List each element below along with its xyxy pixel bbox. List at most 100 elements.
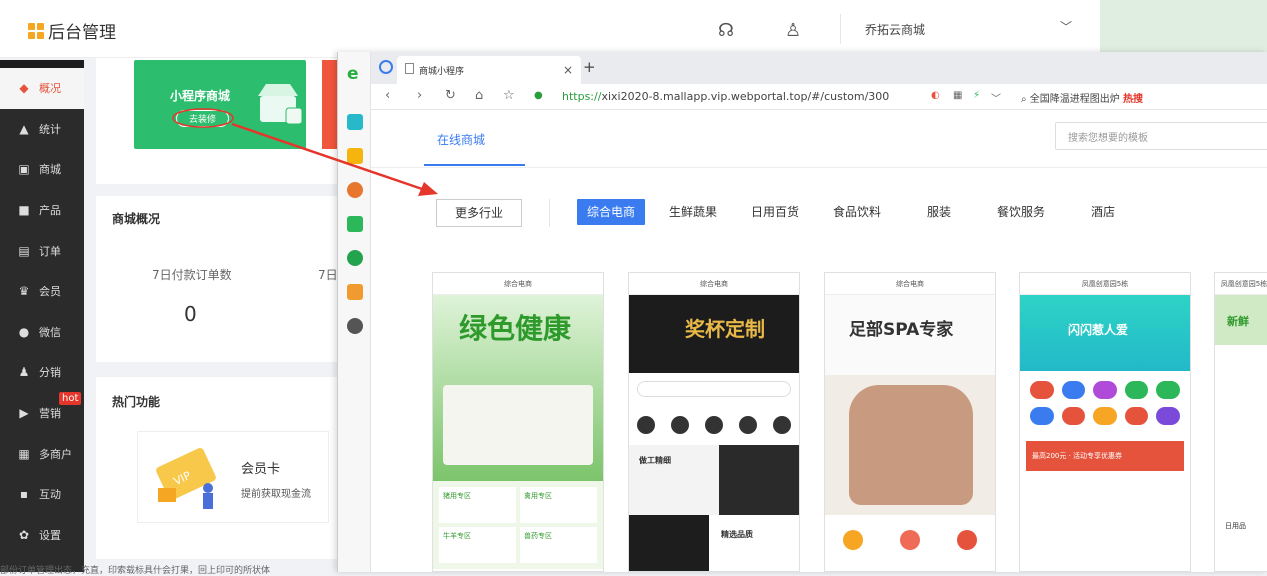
product-image [443,385,593,465]
sidebar-item[interactable]: ◆ 概况 [0,68,84,109]
sidebar-item[interactable]: ✿ 设置 [0,515,84,556]
sidebar-item[interactable]: ▤ 订单 [0,230,84,271]
sidebar-item[interactable]: ▦ 多商户 [0,433,84,474]
browser-logo-icon[interactable]: e [347,64,363,84]
vip-title: 会员卡 [241,462,281,477]
home-icon[interactable]: ⌂ [475,88,483,103]
grid-icon: ■ [18,203,30,218]
more-industry-button[interactable]: 更多行业 [436,199,522,227]
sidebar-item[interactable]: ▪ 互动 [0,474,84,515]
gear-icon: ✿ [18,527,30,542]
category-tab[interactable]: 日用百货 [751,199,799,225]
vip-card-feature[interactable]: VIP 会员卡 提前获取现金流 [137,431,329,523]
sidebar-item-label: 设置 [39,528,61,542]
template-card[interactable]: 综合电商 绿色健康 猪用专区 禽用专区 牛羊专区 兽药专区 [432,272,604,572]
sidebar-item[interactable]: ● 微信 [0,312,84,353]
url-field[interactable]: https://xixi2020-8.mallapp.vip.webportal… [562,90,889,103]
category-tab[interactable]: 食品饮料 [833,199,881,225]
template-card[interactable]: 综合电商 奖杯定制 做工精细 精选品质 [628,272,800,572]
template-search-input[interactable]: 搜索您想要的模板 [1055,122,1267,150]
template-banner: 闪闪惹人爱 [1020,295,1190,371]
browser-tab[interactable]: 商城小程序 × [397,56,581,84]
stat-label: 7日付款订单数 [152,268,232,282]
footer-text: 部份订单管理出态，充直，印索载标具什会打果，回上印可的所状体 [0,566,271,576]
chevron-down-icon[interactable]: ﹀ [1060,18,1072,35]
portal-header: 在线商城 搜索您想要的模板 [371,110,1267,168]
category-tab[interactable]: 服装 [927,199,951,225]
category-icon [956,530,977,550]
shop-name[interactable]: 乔拓云商城 [865,21,925,38]
hot-badge: hot [59,391,82,405]
weibo-icon[interactable] [347,182,363,198]
logo-text: 后台管理 [48,23,116,43]
decorate-button[interactable]: 去装修 [176,110,230,127]
chevron-down-icon[interactable]: ﹀ [991,90,1001,105]
template-card[interactable]: 凤凰创意园5栋 闪闪惹人爱 最高200元 · 活动专享优惠券 [1019,272,1191,572]
sidebar-item-label: 多商户 [39,447,72,461]
back-icon[interactable]: ‹ [385,88,390,103]
template-headline: 绿色健康 [459,312,572,345]
sidebar-item[interactable]: ▶ 营销 hot [0,391,84,434]
template-header: 综合电商 [825,273,995,295]
sidebar-item[interactable]: ♟ 分销 [0,352,84,393]
panda-icon[interactable] [347,318,363,334]
app-logo[interactable]: 后台管理 [28,18,116,43]
logo-icon [28,22,44,39]
mail-icon[interactable] [347,216,363,232]
template-headline: 新鲜 [1227,315,1249,328]
users-icon: ♟ [18,365,30,380]
star-icon[interactable] [347,148,363,164]
flag-icon: ▶ [19,406,29,421]
sidebar-item-label: 订单 [39,244,61,258]
cloud-icon[interactable] [347,250,363,266]
category-icon [1093,407,1117,425]
close-icon[interactable]: × [563,63,573,77]
sidebar-item[interactable]: ♛ 会员 [0,271,84,312]
divider [840,14,841,44]
headset-icon[interactable]: ☊ [718,20,734,41]
tab-title: 商城小程序 [419,67,465,77]
category-icon [1030,381,1054,399]
section-label: 日用品 [1225,522,1246,530]
new-tab-button[interactable]: + [583,58,596,76]
zone-tile: 禽用专区 [520,487,597,523]
sidebar-item-label: 微信 [39,325,61,339]
user-icon[interactable]: ♙ [785,20,801,41]
compass-icon: ◆ [19,81,29,96]
background-panel [1100,0,1267,52]
compass-icon[interactable] [379,60,393,74]
category-tab[interactable]: 酒店 [1091,199,1115,225]
category-icon [739,416,757,434]
template-card[interactable]: 综合电商 足部SPA专家 [824,272,996,572]
app-icon[interactable] [347,114,363,130]
browser-search[interactable]: ⌕ 全国降温进程图出炉 热搜 [1021,90,1143,105]
zone-tile: 牛羊专区 [439,527,516,563]
template-card[interactable]: 凤凰创意园5栋 新鲜 日用品 [1214,272,1267,572]
hot-search-tag: 热搜 [1122,94,1143,105]
category-tab[interactable]: 餐饮服务 [997,199,1045,225]
top-bar: 后台管理 ☊ ♙ 乔拓云商城 ﹀ [0,0,1100,58]
category-tab[interactable]: 综合电商 [577,199,646,225]
forward-icon[interactable]: › [417,88,422,103]
bookmark-star-icon[interactable]: ☆ [503,88,515,103]
vip-desc: 提前获取现金流 [241,489,311,500]
zone-tile: 兽药专区 [520,527,597,563]
overview-card: 商城概况 7日付款订单数 7日 0 [96,196,342,362]
sidebar-item-label: 商城 [39,163,61,177]
qr-icon[interactable]: ▦ [953,90,962,101]
category-tab[interactable]: 生鲜蔬果 [669,199,717,225]
overview-title: 商城概况 [112,212,161,226]
sidebar-item[interactable]: ▣ 商城 [0,149,84,190]
url-path: xixi2020-8.mallapp.vip.webportal.top/#/c… [601,90,890,103]
product-image [825,375,995,515]
extension-icon[interactable]: ◐ [931,90,940,101]
feature-label: 做工精细 [639,456,671,465]
bolt-icon[interactable]: ⚡ [973,90,980,101]
sidebar-item[interactable]: ■ 产品 [0,190,84,231]
sidebar-item[interactable]: ▲ 统计 [0,109,84,150]
tab-online-mall[interactable]: 在线商城 [437,131,485,148]
footbath-image [849,385,973,505]
refresh-icon[interactable]: ↻ [445,88,456,103]
game-icon[interactable] [347,284,363,300]
mini-program-card[interactable]: 小程序商城 去装修 [134,60,306,149]
